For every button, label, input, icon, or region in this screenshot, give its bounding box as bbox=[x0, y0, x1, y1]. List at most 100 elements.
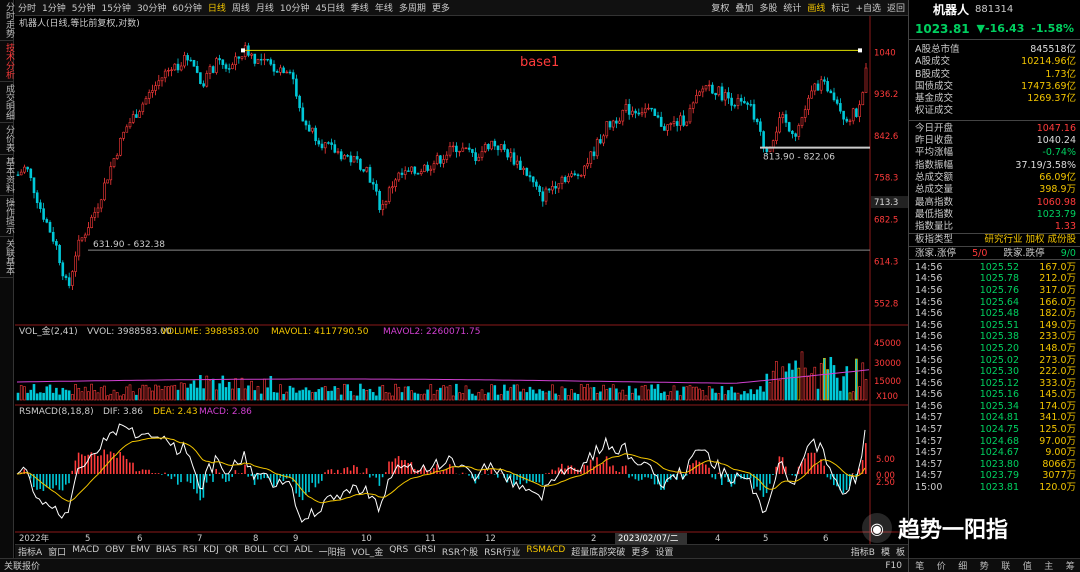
volume-bar bbox=[576, 393, 580, 401]
period-tab[interactable]: 更多 bbox=[429, 1, 453, 14]
quote-panel-tab[interactable]: 细 bbox=[958, 559, 967, 572]
tick-time: 14:56 bbox=[915, 331, 943, 343]
quote-panel-tab[interactable]: 势 bbox=[980, 559, 989, 572]
indicator-tab[interactable]: CCI bbox=[270, 545, 291, 558]
indicator-tab[interactable]: 窗口 bbox=[45, 545, 69, 558]
tool-button[interactable]: 标记 bbox=[828, 1, 852, 14]
indicator-tab[interactable]: 设置 bbox=[652, 545, 676, 558]
volume-bar bbox=[269, 375, 273, 401]
tick-time: 14:56 bbox=[915, 389, 943, 401]
macd-bar bbox=[205, 474, 208, 483]
tick-volume: 145.0万 bbox=[1039, 389, 1076, 401]
left-nav-tab[interactable]: 分价表 bbox=[0, 123, 14, 155]
indicator-tab[interactable]: 超量底部突破 bbox=[568, 545, 628, 558]
period-tab[interactable]: 月线 bbox=[253, 1, 277, 14]
left-nav-tab[interactable]: 基本资料 bbox=[0, 155, 14, 196]
period-tab[interactable]: 日线 bbox=[205, 1, 229, 14]
tool-button[interactable]: +自选 bbox=[852, 1, 884, 14]
kline-chart[interactable]: 机器人(日线,等比前复权,对数) base1 813.90 - 822.06 631.… bbox=[15, 16, 908, 544]
quote-panel-tab[interactable]: 联 bbox=[1001, 559, 1010, 572]
candle-body bbox=[823, 79, 826, 82]
tool-button[interactable]: 返回 bbox=[884, 1, 908, 14]
indicator-tab[interactable]: BIAS bbox=[153, 545, 180, 558]
macd-bar bbox=[154, 473, 157, 474]
candle-body bbox=[746, 102, 749, 105]
volume-bar bbox=[381, 384, 385, 401]
status-left[interactable]: 关联报价 bbox=[4, 559, 40, 572]
indicator-tab[interactable]: RSMACD bbox=[523, 545, 568, 558]
indicator-tab[interactable]: 指标A bbox=[15, 545, 45, 558]
indicator-tab[interactable]: RSR行业 bbox=[481, 545, 523, 558]
period-tab[interactable]: 60分钟 bbox=[169, 1, 204, 14]
indicator-tab[interactable]: QRS bbox=[386, 545, 411, 558]
volume-bar bbox=[471, 393, 474, 401]
tick-volume: 212.0万 bbox=[1039, 273, 1076, 285]
indicator-tab[interactable]: RSR个股 bbox=[439, 545, 481, 558]
tick-list[interactable]: 14:56 1025.52 167.0万 14:56 1025.78 212.0万 14:5… bbox=[909, 260, 1080, 494]
left-nav-tab[interactable]: 操作提示 bbox=[0, 196, 14, 237]
macd-bar bbox=[647, 474, 649, 478]
sector-value[interactable]: 研究行业 加权 成份股 bbox=[984, 234, 1076, 245]
period-tab[interactable]: 30分钟 bbox=[134, 1, 169, 14]
indicator-tab[interactable]: ADL bbox=[291, 545, 315, 558]
quote-panel-tab[interactable]: 筹 bbox=[1066, 559, 1075, 572]
indicator-tab[interactable]: KDJ bbox=[200, 545, 222, 558]
stat-value: 1.73亿 bbox=[1045, 68, 1076, 80]
left-nav-tab[interactable]: 关联基本 bbox=[0, 237, 14, 278]
quote-panel-tab[interactable]: 笔 bbox=[915, 559, 924, 572]
period-tab[interactable]: 10分钟 bbox=[277, 1, 312, 14]
period-tab[interactable]: 45日线 bbox=[312, 1, 347, 14]
period-tab[interactable]: 周线 bbox=[229, 1, 253, 14]
indicator-tab[interactable]: RSI bbox=[180, 545, 201, 558]
volume-bar bbox=[74, 384, 77, 401]
candle-body bbox=[739, 98, 743, 102]
indicator-tab[interactable]: MACD bbox=[69, 545, 102, 558]
period-tab[interactable]: 15分钟 bbox=[98, 1, 133, 14]
period-tab[interactable]: 分时 bbox=[15, 1, 39, 14]
quote-panel-tab[interactable]: 值 bbox=[1023, 559, 1032, 572]
period-tab[interactable]: 多周期 bbox=[396, 1, 429, 14]
stat-label: 指数振幅 bbox=[915, 159, 954, 171]
tool-button[interactable]: 叠加 bbox=[732, 1, 756, 14]
tool-button[interactable]: 画线 bbox=[804, 1, 828, 14]
dea-line bbox=[16, 437, 866, 504]
indicator-tab[interactable]: VOL_金 bbox=[349, 545, 387, 558]
indicator-right-tab[interactable]: 指标B bbox=[848, 545, 878, 558]
left-nav-tab[interactable]: 分时走势 bbox=[0, 0, 14, 41]
indicator-tab[interactable]: 更多 bbox=[628, 545, 652, 558]
indicator-tab[interactable]: OBV bbox=[102, 545, 127, 558]
tick-time: 14:57 bbox=[915, 412, 943, 424]
indicator-tab[interactable]: EMV bbox=[127, 545, 153, 558]
cursor-date: 2023/02/07/二 bbox=[618, 534, 679, 544]
period-tab[interactable]: 季线 bbox=[348, 1, 372, 14]
indicator-tab[interactable]: GRSI bbox=[411, 545, 439, 558]
indicator-right-tab[interactable]: 模 bbox=[878, 545, 893, 558]
candle-body bbox=[602, 135, 605, 144]
macd-bar bbox=[577, 469, 579, 474]
status-f10[interactable]: F10 bbox=[885, 561, 908, 571]
left-nav-tab[interactable]: 成交明细 bbox=[0, 82, 14, 123]
macd-bar bbox=[625, 465, 627, 474]
indicator-right-tab[interactable]: 板 bbox=[893, 545, 908, 558]
quote-panel-tab[interactable]: 主 bbox=[1044, 559, 1053, 572]
macd-bar bbox=[359, 473, 361, 474]
period-tab[interactable]: 5分钟 bbox=[69, 1, 99, 14]
left-nav-tab[interactable]: 技术分析 bbox=[0, 41, 14, 82]
candle-body bbox=[167, 69, 170, 72]
date-tick: 12 bbox=[485, 534, 496, 544]
period-tab[interactable]: 1分钟 bbox=[39, 1, 69, 14]
tool-button[interactable]: 多股 bbox=[756, 1, 780, 14]
period-tab[interactable]: 年线 bbox=[372, 1, 396, 14]
volume-bar bbox=[151, 390, 154, 401]
price-tick: 842.6 bbox=[874, 132, 898, 142]
indicator-tab[interactable]: BOLL bbox=[241, 545, 270, 558]
quote-panel-tab[interactable]: 价 bbox=[937, 559, 946, 572]
candle-body bbox=[211, 66, 215, 73]
indicator-tab[interactable]: QR bbox=[222, 545, 241, 558]
base-line-handle bbox=[241, 48, 245, 53]
tool-button[interactable]: 复权 bbox=[708, 1, 732, 14]
tick-volume: 233.0万 bbox=[1039, 331, 1076, 343]
tool-button[interactable]: 统计 bbox=[780, 1, 804, 14]
indicator-tab-list: 指标A 窗口 MACD OBV EMV BIAS RSI KDJ QR BOLL CCI ADL 一阳指… bbox=[15, 545, 676, 558]
indicator-tab[interactable]: 一阳指 bbox=[316, 545, 349, 558]
